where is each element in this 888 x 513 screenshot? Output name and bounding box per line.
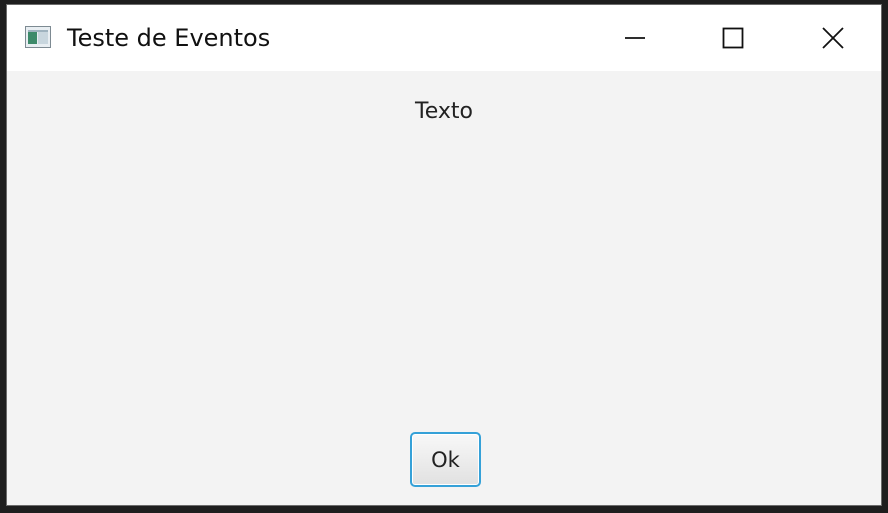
minimize-icon (624, 27, 646, 49)
minimize-button[interactable] (587, 5, 683, 71)
close-button[interactable] (783, 5, 883, 71)
window-content: Texto Ok (7, 71, 881, 505)
maximize-icon (722, 27, 744, 49)
close-icon (821, 26, 845, 50)
ok-button[interactable]: Ok (410, 432, 481, 487)
app-window: Teste de Eventos Texto Ok (6, 4, 882, 506)
title-bar[interactable]: Teste de Eventos (7, 5, 881, 71)
window-title: Teste de Eventos (67, 24, 271, 52)
app-icon (25, 26, 51, 48)
maximize-button[interactable] (685, 5, 781, 71)
text-label: Texto (415, 99, 473, 124)
